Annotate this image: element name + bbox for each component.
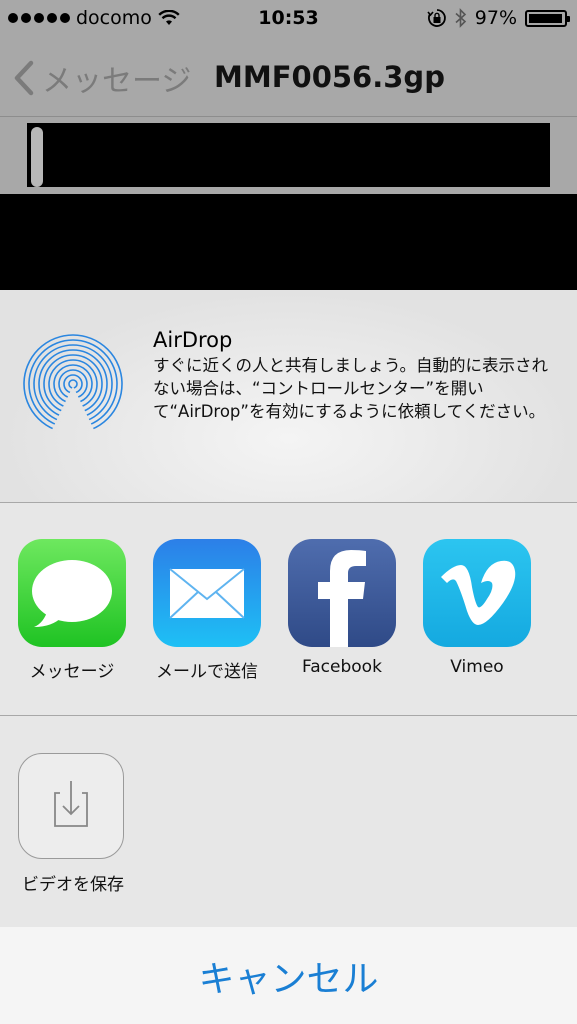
save-video-icon [54,781,88,827]
video-scrubber-bar [0,116,577,195]
video-preview [0,194,577,290]
battery-level-fill [529,13,562,23]
save-video-button[interactable] [18,753,124,859]
chevron-left-icon [14,60,34,96]
airdrop-section: AirDrop すぐに近くの人と共有しましょう。自動的に表示されない場合は、“コ… [0,290,577,502]
share-actions-row: ビデオを保存 [0,717,577,927]
page-title: MMF0056.3gp [214,60,445,94]
orientation-lock-icon [427,9,446,27]
battery-icon [525,9,570,27]
share-app-label: メールで送信 [156,662,258,682]
share-app-label: Facebook [302,657,382,677]
airdrop-description: すぐに近くの人と共有しましょう。自動的に表示されない場合は、“コントロールセンタ… [153,356,549,421]
scrubber-handle[interactable] [31,127,43,187]
share-apps-row: メッセージ メールで送信 Facebook Vimeo [0,503,577,715]
navigation-bar: メッセージ MMF0056.3gp [0,38,577,116]
share-app-messages[interactable]: メッセージ [17,539,127,682]
mail-icon [153,539,261,647]
divider [0,715,577,716]
vimeo-icon [423,539,531,647]
video-frame-strip[interactable] [27,123,550,187]
cancel-button[interactable]: キャンセル [0,927,577,1024]
share-app-mail[interactable]: メールで送信 [152,539,262,682]
status-bar: docomo 10:53 97% [0,0,577,38]
airdrop-icon [23,334,123,434]
cancel-button-label: キャンセル [198,958,379,1000]
share-app-label: Vimeo [450,657,504,677]
messages-icon [18,539,126,647]
share-app-label: メッセージ [29,662,115,682]
bluetooth-icon [455,8,466,28]
save-video-label: ビデオを保存 [22,875,124,895]
back-button[interactable]: メッセージ [12,56,191,100]
battery-percentage: 97% [474,7,517,29]
facebook-icon [288,539,396,647]
back-button-label: メッセージ [42,64,192,99]
share-app-vimeo[interactable]: Vimeo [422,539,532,677]
share-sheet: AirDrop すぐに近くの人と共有しましょう。自動的に表示されない場合は、“コ… [0,290,577,1024]
share-app-facebook[interactable]: Facebook [287,539,397,677]
airdrop-title: AirDrop [153,328,233,352]
